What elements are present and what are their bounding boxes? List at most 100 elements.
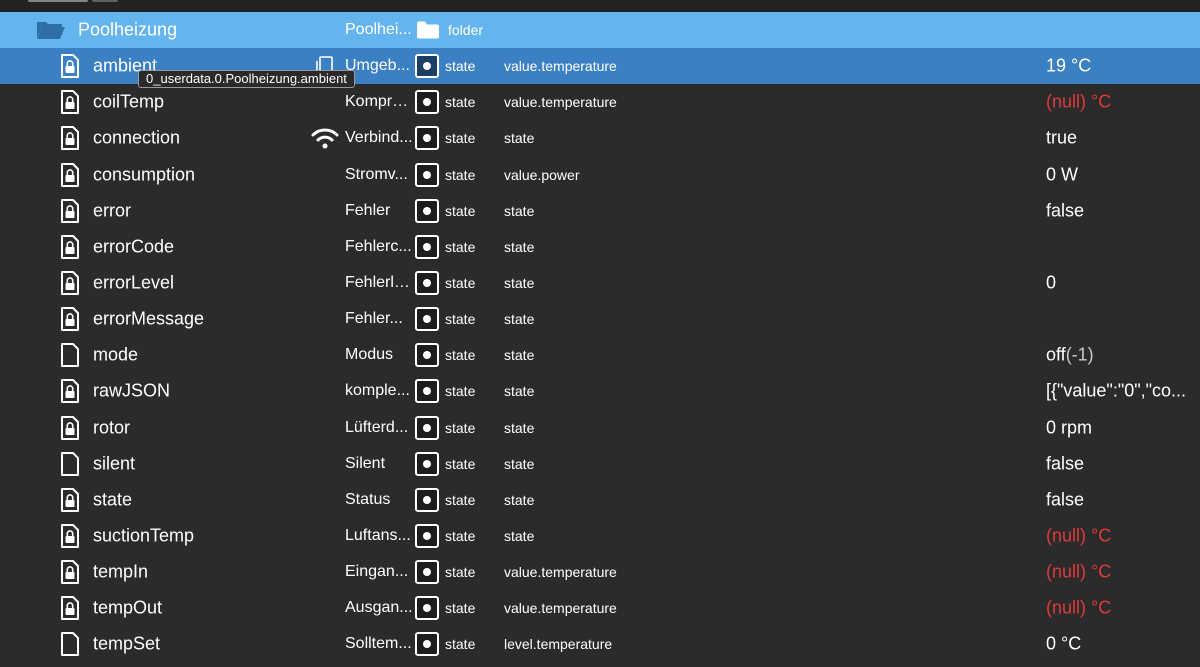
value-unit: °C [1086,91,1112,112]
null-value: (null) [1046,91,1087,112]
state-icon [415,54,439,79]
object-role: state [504,491,535,508]
tree-row[interactable]: consumption Stromv... state value.power 0 W [0,157,1200,193]
tree-row[interactable]: tempIn Eingan... state value.temperature (nu… [0,554,1200,590]
top-edge-toolbar [0,0,1200,12]
object-role: state [504,238,535,255]
object-type: state [445,419,476,436]
object-name: coilTemp [93,91,165,112]
object-description: Status [345,490,391,508]
tree-row[interactable]: errorCode Fehlerc... state state [0,229,1200,265]
tree-row[interactable]: rawJSON komple... state state [{"value":"0",… [0,373,1200,409]
object-value[interactable]: [{"value":"0","co... [1046,381,1186,402]
tree-row[interactable]: mode Modus state state off(-1) [0,337,1200,373]
locked-file-icon [60,596,80,621]
object-description: Solltem... [345,635,412,653]
object-name: connection [93,127,181,148]
tree-row[interactable]: coilTemp Kompre... state value.temperature (… [0,84,1200,120]
object-name: consumption [93,164,196,185]
locked-file-icon [60,162,80,187]
locked-file-icon [60,560,80,585]
tree-row[interactable]: state Status state state false [0,482,1200,518]
locked-file-icon [60,415,80,440]
folder-description: Poolhei... [345,21,412,39]
object-role: level.temperature [504,636,613,653]
state-icon [415,379,439,404]
locked-file-icon [60,379,80,404]
null-value: (null) [1046,525,1087,546]
tree-row[interactable]: error Fehler state state false [0,193,1200,229]
object-type: state [445,600,476,617]
locked-file-icon [60,271,80,296]
object-type: state [445,528,476,545]
locked-file-icon [60,126,80,151]
object-role: state [504,347,535,364]
tree-row[interactable]: connection Verbind... state state true [0,120,1200,156]
object-role: state [504,130,535,147]
folder-name: Poolheizung [78,19,178,40]
object-name: tempOut [93,597,163,618]
object-value[interactable]: (null) °C [1046,562,1111,583]
folder-type: folder [448,22,484,39]
object-type: state [445,94,476,111]
object-value[interactable]: 0 W [1046,164,1078,185]
object-role: value.power [504,166,580,183]
file-icon [60,343,80,368]
value-text: 19 °C [1046,55,1092,76]
tree-row[interactable]: errorMessage Fehler... state state [0,301,1200,337]
object-name: silent [93,453,136,474]
locked-file-icon [60,198,80,223]
state-icon [415,451,439,476]
object-name: mode [93,344,139,365]
object-description: Silent [345,454,386,472]
object-name: tempIn [93,561,149,582]
value-text: 0 [1046,272,1057,293]
object-value[interactable]: off(-1) [1046,345,1094,366]
locked-file-icon [60,90,80,115]
value-code: (-1) [1065,344,1094,365]
locked-file-icon [60,234,80,259]
state-icon [415,343,439,368]
state-icon [415,415,439,440]
object-value[interactable]: (null) °C [1046,526,1111,547]
object-description: Kompre... [345,93,413,111]
object-name: rotor [93,417,131,438]
null-value: (null) [1046,561,1087,582]
object-value[interactable]: false [1046,489,1084,510]
object-value[interactable]: true [1046,128,1077,149]
value-text: off [1046,344,1066,365]
state-icon [415,271,439,296]
value-text: 0 rpm [1046,417,1093,438]
object-type: state [445,202,476,219]
object-type: state [445,347,476,364]
object-value[interactable]: false [1046,453,1084,474]
object-value[interactable]: false [1046,200,1084,221]
object-description: Ausgan... [345,599,413,617]
tree-row[interactable]: rotor Lüfterd... state state 0 rpm [0,410,1200,446]
file-icon [60,451,80,476]
object-name: errorLevel [93,272,175,293]
object-description: Modus [345,346,394,364]
object-value[interactable]: 19 °C [1046,56,1091,77]
tree-row[interactable]: silent Silent state state false [0,446,1200,482]
object-role: value.temperature [504,600,617,617]
state-icon [415,90,439,115]
object-role: value.temperature [504,564,617,581]
object-value[interactable]: 0 rpm [1046,417,1092,438]
object-tree: Poolheizung Poolhei... folder ambient Umg… [0,12,1200,663]
value-unit: °C [1086,561,1112,582]
object-name: errorCode [93,236,175,257]
object-name: errorMessage [93,308,205,329]
tree-row[interactable]: suctionTemp Luftans... state state (null) °C [0,518,1200,554]
state-icon [415,126,439,151]
tree-row[interactable]: tempOut Ausgan... state value.temperature (n… [0,590,1200,626]
object-value[interactable]: 0 °C [1046,634,1081,655]
tree-row-folder[interactable]: Poolheizung Poolhei... folder [0,12,1200,49]
object-value[interactable]: 0 [1046,273,1056,294]
tree-row[interactable]: tempSet Solltem... state level.temperature 0… [0,626,1200,662]
toolbar-fragment [92,0,118,2]
tree-row[interactable]: errorLevel Fehlerle... state state 0 [0,265,1200,301]
object-type: state [445,491,476,508]
object-value[interactable]: (null) °C [1046,598,1111,619]
object-value[interactable]: (null) °C [1046,92,1111,113]
